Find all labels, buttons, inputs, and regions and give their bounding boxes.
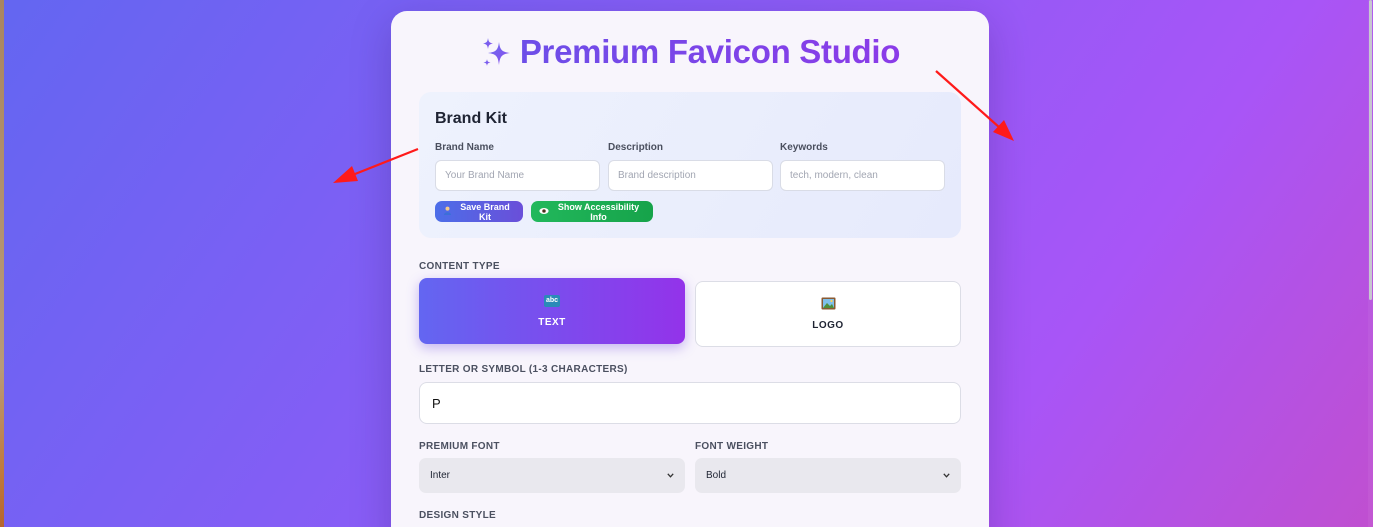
keywords-label: Keywords bbox=[780, 142, 828, 153]
letter-symbol-label: LETTER OR SYMBOL (1-3 CHARACTERS) bbox=[419, 364, 628, 375]
brand-name-input[interactable] bbox=[435, 160, 600, 191]
content-type-logo-option[interactable]: LOGO bbox=[695, 281, 961, 347]
scrollbar[interactable] bbox=[1368, 0, 1373, 527]
premium-font-value: Inter bbox=[430, 470, 451, 481]
brand-kit-heading: Brand Kit bbox=[435, 110, 507, 127]
content-type-logo-label: LOGO bbox=[812, 320, 844, 331]
premium-font-label: PREMIUM FONT bbox=[419, 441, 500, 452]
show-accessibility-button[interactable]: Show Accessibility Info bbox=[531, 201, 653, 222]
font-weight-label: FONT WEIGHT bbox=[695, 441, 769, 452]
save-brand-kit-label: Save Brand Kit bbox=[460, 201, 510, 222]
show-accessibility-label: Show Accessibility Info bbox=[557, 201, 640, 222]
sparkles-icon bbox=[480, 35, 514, 69]
studio-panel: Premium Favicon Studio Brand Kit Brand N… bbox=[391, 11, 989, 527]
chevron-down-icon bbox=[943, 473, 950, 478]
brand-name-label: Brand Name bbox=[435, 142, 494, 153]
content-type-label: CONTENT TYPE bbox=[419, 261, 500, 272]
chevron-down-icon bbox=[667, 473, 674, 478]
scrollbar-thumb[interactable] bbox=[1369, 0, 1372, 300]
font-weight-value: Bold bbox=[706, 470, 727, 481]
save-brand-kit-button[interactable]: Save Brand Kit bbox=[435, 201, 523, 222]
eye-icon bbox=[539, 207, 549, 217]
letter-symbol-input[interactable] bbox=[419, 382, 961, 424]
design-style-label: DESIGN STYLE bbox=[419, 510, 496, 521]
description-input[interactable] bbox=[608, 160, 773, 191]
page-title: Premium Favicon Studio bbox=[391, 33, 989, 71]
description-field: Description bbox=[608, 142, 773, 191]
framed-picture-icon bbox=[821, 297, 836, 310]
content-type-text-option[interactable]: abc TEXT bbox=[419, 278, 685, 344]
premium-font-select[interactable]: Inter bbox=[419, 458, 685, 493]
brand-name-field: Brand Name bbox=[435, 142, 600, 191]
keywords-field: Keywords bbox=[780, 142, 945, 191]
content-type-text-label: TEXT bbox=[538, 316, 566, 328]
brand-kit-panel: Brand Kit Brand Name Description Keyword… bbox=[419, 92, 961, 238]
keywords-input[interactable] bbox=[780, 160, 945, 191]
abc-icon: abc bbox=[544, 294, 560, 307]
app-title: Premium Favicon Studio bbox=[519, 33, 901, 70]
font-weight-select[interactable]: Bold bbox=[695, 458, 961, 493]
user-icon bbox=[443, 206, 452, 217]
description-label: Description bbox=[608, 142, 664, 153]
window-edge bbox=[0, 0, 4, 527]
